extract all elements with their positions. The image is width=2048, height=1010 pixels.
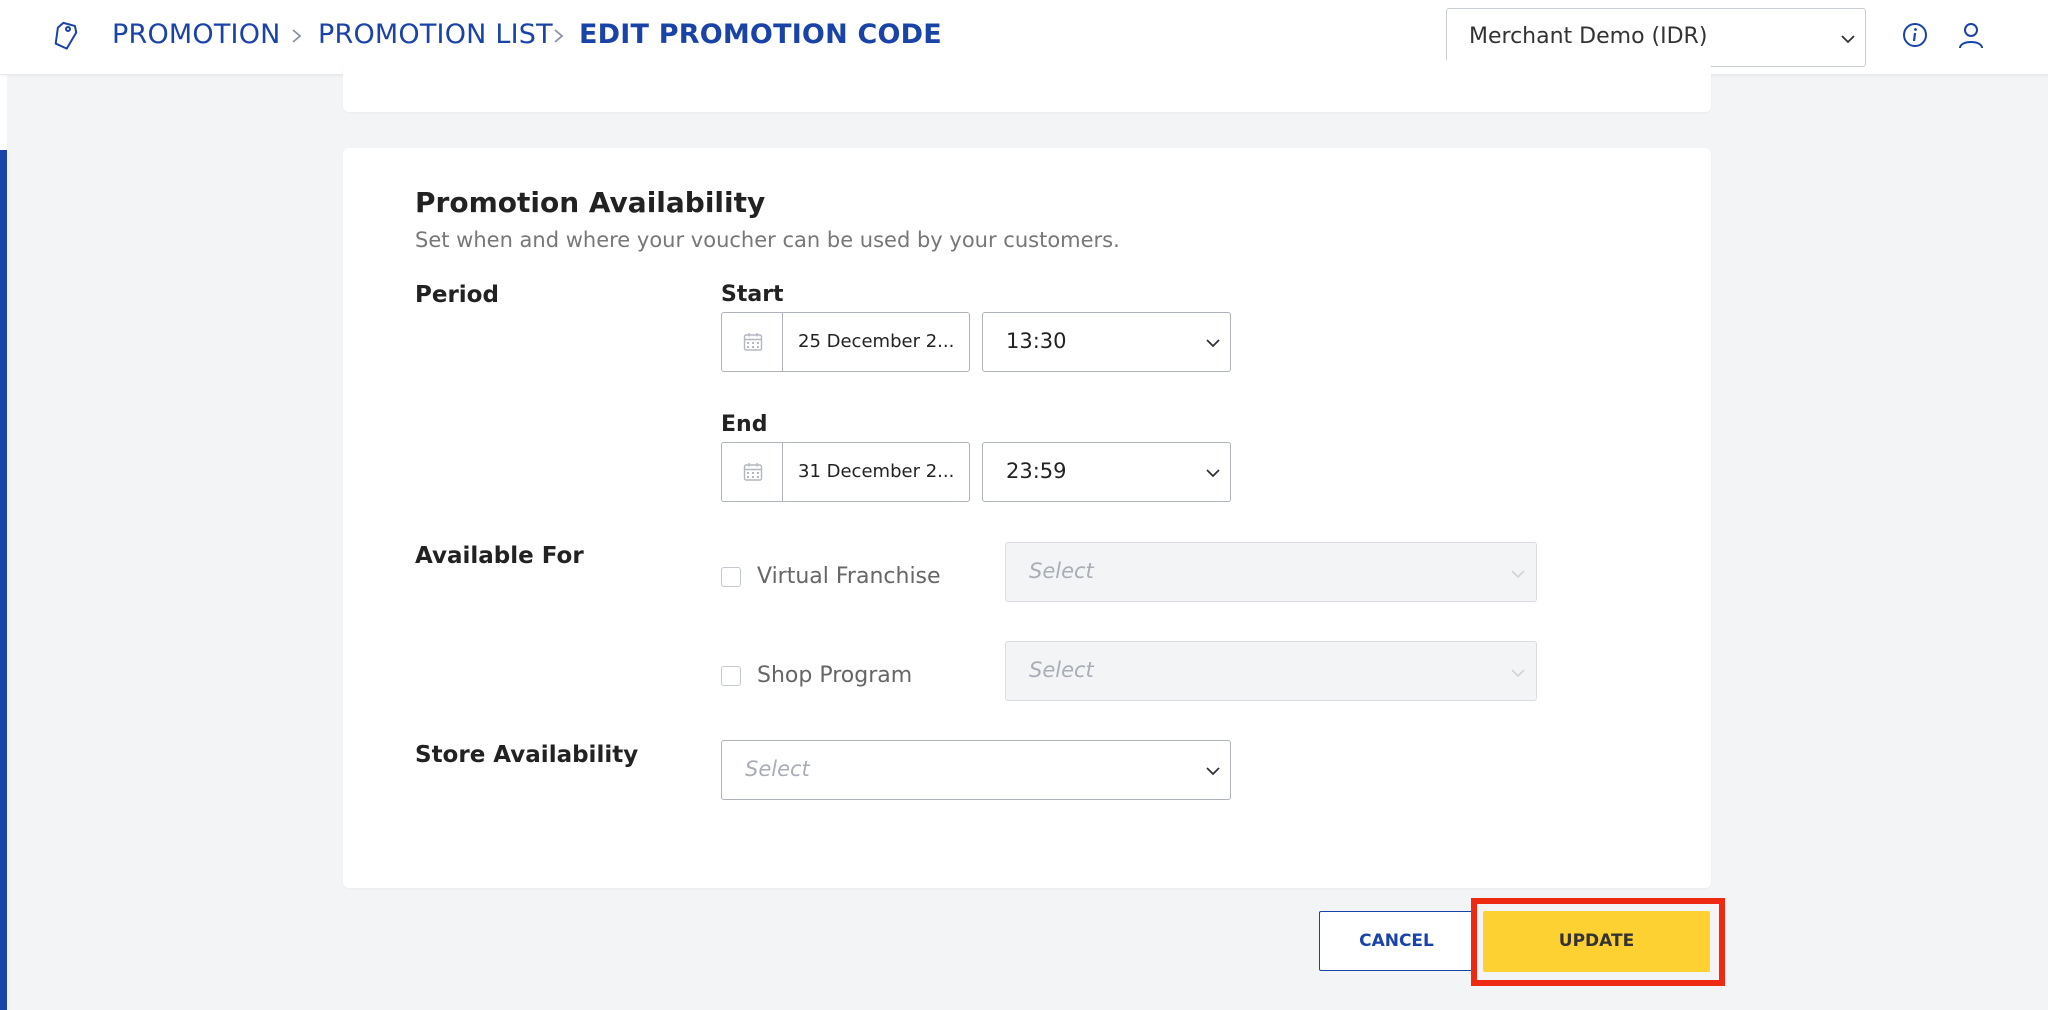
chevron-down-icon xyxy=(1511,669,1525,678)
breadcrumb-promotion-list[interactable]: PROMOTION LIST xyxy=(318,19,553,50)
store-availability-select[interactable]: Select xyxy=(721,740,1231,800)
chevron-right-icon xyxy=(554,29,564,43)
shop-program-checkbox[interactable] xyxy=(721,666,741,686)
calendar-icon xyxy=(743,333,763,351)
shop-program-placeholder: Select xyxy=(1029,658,1094,682)
shop-program-label: Shop Program xyxy=(757,663,913,688)
chevron-down-icon xyxy=(1206,339,1220,348)
update-button[interactable]: UPDATE xyxy=(1483,911,1710,972)
previous-card xyxy=(343,60,1711,112)
merchant-select[interactable]: Merchant Demo (IDR) xyxy=(1446,8,1866,67)
end-time-value: 23:59 xyxy=(1006,459,1067,483)
virtual-franchise-label: Virtual Franchise xyxy=(757,564,941,589)
chevron-down-icon xyxy=(1841,35,1855,44)
end-date-input[interactable]: 31 December 2... xyxy=(721,442,970,502)
virtual-franchise-checkbox[interactable] xyxy=(721,567,741,587)
available-for-label: Available For xyxy=(415,543,584,569)
merchant-select-value: Merchant Demo (IDR) xyxy=(1469,24,1708,49)
store-availability-label: Store Availability xyxy=(415,742,639,768)
cancel-button[interactable]: CANCEL xyxy=(1319,911,1474,971)
start-date-value: 25 December 2... xyxy=(798,331,955,352)
end-label: End xyxy=(721,412,768,437)
start-label: Start xyxy=(721,282,784,307)
virtual-franchise-placeholder: Select xyxy=(1029,559,1094,583)
calendar-cell[interactable] xyxy=(722,313,783,371)
chevron-down-icon xyxy=(1206,469,1220,478)
start-time-select[interactable]: 13:30 xyxy=(982,312,1231,372)
chevron-down-icon xyxy=(1206,767,1220,776)
store-availability-placeholder: Select xyxy=(745,757,810,781)
calendar-cell[interactable] xyxy=(722,443,783,501)
tag-icon[interactable] xyxy=(50,20,82,52)
chevron-right-icon xyxy=(292,29,302,43)
start-date-input[interactable]: 25 December 2... xyxy=(721,312,970,372)
section-title: Promotion Availability xyxy=(415,186,766,219)
shop-program-select: Select xyxy=(1005,641,1537,701)
virtual-franchise-select: Select xyxy=(1005,542,1537,602)
start-time-value: 13:30 xyxy=(1006,329,1067,353)
info-icon[interactable] xyxy=(1902,22,1928,48)
user-icon[interactable] xyxy=(1958,21,1984,49)
breadcrumb-promotion[interactable]: PROMOTION xyxy=(112,19,281,50)
sidebar-accent xyxy=(0,150,7,1010)
promotion-availability-card: Promotion Availability Set when and wher… xyxy=(343,148,1711,888)
period-label: Period xyxy=(415,282,499,308)
breadcrumb-current: EDIT PROMOTION CODE xyxy=(579,19,942,50)
section-description: Set when and where your voucher can be u… xyxy=(415,228,1120,252)
end-date-value: 31 December 2... xyxy=(798,461,955,482)
chevron-down-icon xyxy=(1511,570,1525,579)
sidebar-strip xyxy=(0,0,7,1010)
calendar-icon xyxy=(743,463,763,481)
end-time-select[interactable]: 23:59 xyxy=(982,442,1231,502)
